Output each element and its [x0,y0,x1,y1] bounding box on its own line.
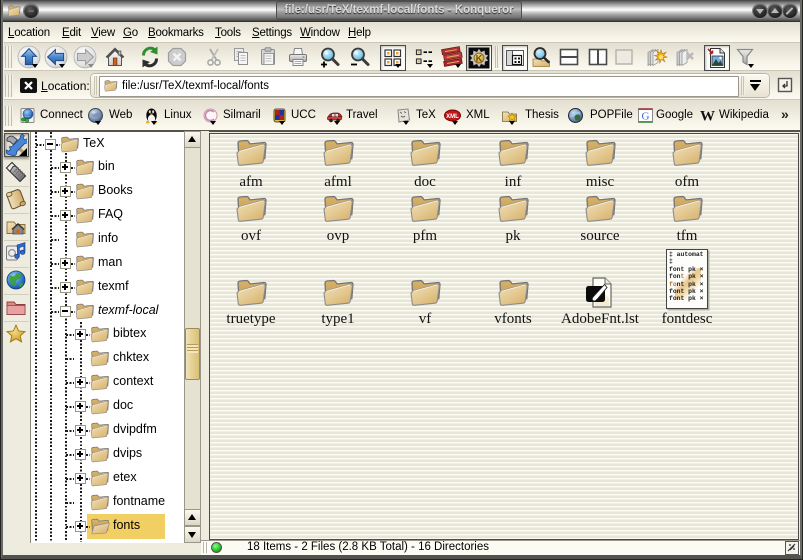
svg-text:K: K [476,54,483,64]
svg-text:XML: XML [446,114,459,120]
svg-text:W: W [700,109,715,125]
svg-text:G: G [642,111,650,123]
